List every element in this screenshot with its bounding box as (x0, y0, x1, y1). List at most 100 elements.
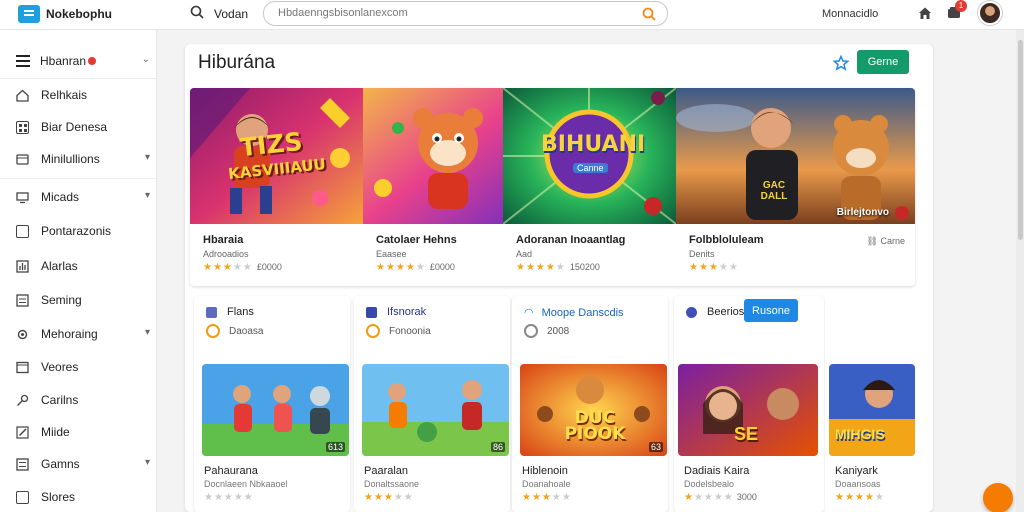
page-title: Hiburána (198, 52, 276, 73)
game-thumbnail[interactable]: MIHGIS (829, 364, 915, 456)
filter-pill-button[interactable]: Rusone (744, 299, 798, 322)
sidebar-item-label: Biar Denesa (41, 120, 108, 134)
favorite-star-icon[interactable] (833, 55, 849, 71)
card-sub-label: Daoasa (229, 325, 264, 337)
search-icon[interactable] (190, 5, 204, 19)
card-meta: Dodelsbealo (684, 479, 735, 489)
game-thumbnail[interactable]: 613 (202, 364, 349, 456)
star-rating: ★★★★★ (522, 492, 572, 503)
ring-icon (366, 324, 380, 338)
link-icon: ⛓ (866, 236, 881, 246)
card-title[interactable]: Paaralan (364, 465, 408, 477)
sidebar-item-gamns[interactable]: Gamns ▾ (16, 456, 150, 472)
sidebar-item-micads[interactable]: Micads ▾ (16, 189, 150, 205)
chevron-down-icon[interactable]: ⌄ (142, 54, 150, 65)
chart-icon (16, 259, 29, 273)
featured-image[interactable]: TIZS KASVIIIAUU (190, 88, 363, 224)
chevron-down-icon[interactable]: ▾ (145, 327, 150, 338)
featured-image[interactable]: BIHUANI Canne (503, 88, 676, 224)
game-thumbnail[interactable]: 86 (362, 364, 509, 456)
hamburger-icon[interactable] (16, 55, 30, 67)
sidebar-item-label: Carilns (41, 393, 79, 407)
card-title[interactable]: Hiblenoin (522, 465, 568, 477)
featured-tag: ⛓ Carne (867, 236, 905, 247)
card-header: Ifsnorak (366, 306, 426, 318)
sidebar-item-label: Micads (41, 190, 80, 204)
games-button[interactable]: Gerne (857, 50, 909, 74)
home-outline-icon (16, 89, 29, 102)
search-input[interactable] (278, 7, 638, 19)
sidebar-item-minilullions[interactable]: Minilullions ▾ (16, 151, 150, 167)
sidebar-item-miide[interactable]: Miide (16, 424, 150, 440)
avatar[interactable] (978, 1, 1002, 25)
featured-card[interactable]: BIHUANI Canne Adoranan Inoaantlag Aad ★★… (503, 88, 676, 286)
nav-link[interactable]: Vodan (214, 7, 248, 21)
chevron-down-icon[interactable]: ▾ (145, 190, 150, 201)
sidebar-item-label: Slores (41, 490, 76, 504)
featured-subtitle: Aad (516, 249, 533, 259)
sidebar-item-carilns[interactable]: Carilns (16, 392, 150, 408)
card-meta: Docnlaeen Nbkaaoel (204, 479, 288, 489)
scrollbar-thumb[interactable] (1018, 40, 1023, 240)
featured-title[interactable]: Catolaer Hehns (376, 234, 457, 246)
notification-badge: 1 (955, 0, 967, 12)
card-sub-label: 2008 (547, 325, 570, 337)
card-sub: Fonoonia (366, 324, 431, 338)
game-card[interactable]: Beerios SE Dadiais Kaira Dodelsbealo ★★★… (674, 296, 824, 512)
game-art-text: DUC PIOOK (564, 408, 626, 444)
featured-image[interactable]: GAC DALL Birlejtonvo (676, 88, 915, 224)
sidebar-item-alarlas[interactable]: Alarlas (16, 258, 150, 274)
card-sub: 2008 (524, 324, 569, 338)
game-card[interactable]: ◠ Moope Danscdis 2008 DUC PIOOK 63 Hiblen… (512, 296, 668, 512)
chevron-down-icon[interactable]: ▾ (145, 457, 150, 468)
account-link[interactable]: Monnacidlo (822, 8, 878, 20)
search-submit-icon[interactable] (641, 6, 657, 22)
game-art-text: MIHGIS (835, 426, 885, 442)
card-header-label: Beerios (707, 306, 745, 318)
sidebar-item-slores[interactable]: Slores (16, 489, 150, 505)
sidebar-item-mehoraing[interactable]: Mehoraing ▾ (16, 326, 150, 342)
pencil-icon (16, 425, 29, 439)
sidebar: Hbanran ⌄ Relhkais Biar Denesa Minilulli… (0, 30, 157, 512)
card-header-label: Moope Danscdis (541, 306, 624, 319)
featured-title[interactable]: Hbaraia (203, 234, 243, 246)
card-title[interactable]: Pahaurana (204, 465, 258, 477)
star-rating: ★★★★★ £0000 (376, 262, 455, 273)
film-icon (16, 153, 29, 165)
window-icon (16, 361, 29, 373)
sidebar-item-label: Pontarazonis (41, 224, 112, 238)
tablet-icon (16, 224, 29, 238)
image-count: 63 (648, 442, 663, 452)
game-thumbnail[interactable]: SE (678, 364, 818, 456)
featured-title[interactable]: Adoranan Inoaantlag (516, 234, 625, 246)
game-card[interactable]: Flans Daoasa 613 Pahaurana Docnlaeen Nbk… (194, 296, 350, 512)
card-title[interactable]: Kaniyark (835, 465, 878, 477)
featured-card[interactable]: GAC DALL Birlejtonvo Folbbloluleam Denit… (676, 88, 915, 286)
star-rating: ★★★★★ £0000 (203, 262, 282, 273)
search-box[interactable] (263, 1, 668, 26)
sidebar-item-label: Alarlas (41, 259, 78, 273)
sidebar-item-label: Seming (41, 293, 82, 307)
sliders-icon (16, 293, 29, 307)
home-icon[interactable] (918, 6, 932, 20)
sidebar-menu-title: Hbanran (40, 54, 87, 68)
featured-card[interactable]: TIZS KASVIIIAUU Hbaraia Adrooadios ★★★★★… (190, 88, 363, 286)
sidebar-item-relhkais[interactable]: Relhkais (16, 87, 150, 103)
game-card[interactable]: Ifsnorak Fonoonia 86 Paaralan Donaltssao… (354, 296, 510, 512)
chevron-down-icon[interactable]: ▾ (145, 152, 150, 163)
card-meta: Donaltssaone (364, 479, 420, 489)
sidebar-item-pontarazonis[interactable]: Pontarazonis (16, 223, 150, 239)
sidebar-item-veores[interactable]: Veores (16, 359, 150, 375)
featured-subtitle: Denits (689, 249, 715, 259)
featured-title[interactable]: Folbbloluleam (689, 234, 764, 246)
featured-subtitle: Adrooadios (203, 249, 249, 259)
sidebar-item-seming[interactable]: Seming (16, 292, 150, 308)
sidebar-menu-header[interactable]: Hbanran ⌄ (16, 54, 150, 68)
game-card[interactable]: MIHGIS Kaniyark Doaansoas ★★★★★ (825, 296, 918, 512)
card-title[interactable]: Dadiais Kaira (684, 465, 749, 477)
floating-action-button[interactable] (983, 483, 1013, 512)
game-thumbnail[interactable]: DUC PIOOK 63 (520, 364, 667, 456)
app-logo[interactable]: Nokebophu (18, 5, 112, 23)
game-art-text: GAC DALL (760, 180, 788, 202)
sidebar-item-biar-denesa[interactable]: Biar Denesa (16, 119, 150, 135)
